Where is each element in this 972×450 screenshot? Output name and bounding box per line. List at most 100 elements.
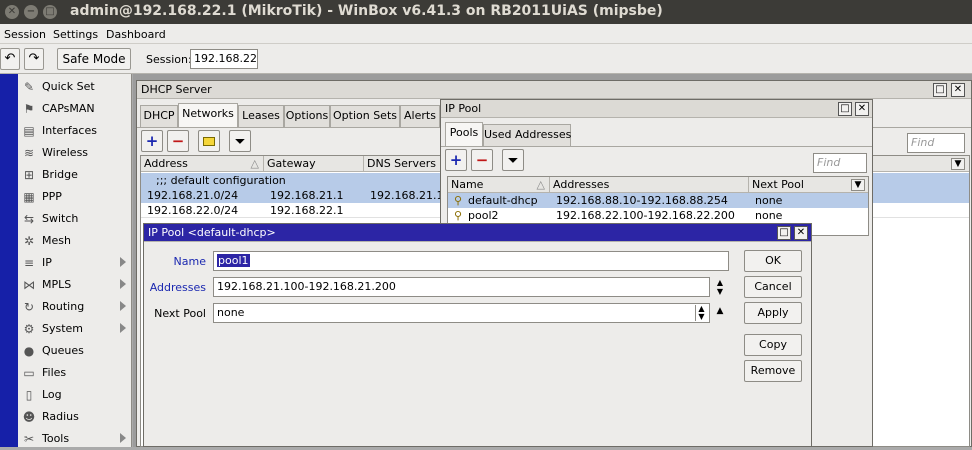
plus-icon: +: [145, 132, 159, 150]
session-field[interactable]: 192.168.22.1: [190, 49, 258, 69]
sidebar-item-label: Bridge: [42, 168, 78, 181]
next-pool-label: Next Pool: [154, 307, 206, 320]
sidebar-item-interfaces[interactable]: ▤ Interfaces: [18, 120, 132, 142]
dhcp-remove-button[interactable]: −: [167, 130, 189, 152]
ippool-add-button[interactable]: +: [445, 149, 467, 171]
undo-icon: ↶: [4, 51, 16, 66]
sidebar-item-label: IP: [42, 256, 52, 269]
tab-alerts[interactable]: Alerts: [400, 105, 440, 127]
cell-addresses: 192.168.22.100-192.168.22.200: [556, 209, 735, 222]
sidebar-item-radius[interactable]: ☻ Radius: [18, 406, 132, 428]
tab-leases[interactable]: Leases: [238, 105, 284, 127]
undo-button[interactable]: ↶: [0, 48, 20, 70]
next-pool-select[interactable]: none ▲ ▼: [213, 303, 710, 323]
sidebar-item-label: Interfaces: [42, 124, 97, 137]
name-label: Name: [173, 255, 206, 268]
tab-options[interactable]: Options: [284, 105, 330, 127]
ippool-filter-button[interactable]: ⏷: [502, 149, 524, 171]
submenu-arrow-icon: [120, 433, 126, 443]
sidebar-item-mpls[interactable]: ⋈ MPLS: [18, 274, 132, 296]
sidebar-item-label: Files: [42, 366, 67, 379]
sidebar-item-routing[interactable]: ↻ Routing: [18, 296, 132, 318]
ippool-find-input[interactable]: Find: [813, 153, 867, 173]
sidebar-item-queues[interactable]: ● Queues: [18, 340, 132, 362]
next-pool-dropdown-icon[interactable]: ▲ ▼: [695, 305, 707, 321]
dialog-title-bar: IP Pool <default-dhcp>: [144, 224, 811, 242]
ok-button[interactable]: OK: [744, 250, 802, 272]
dhcp-column-menu-icon[interactable]: ▼: [951, 158, 965, 170]
close-window-icon[interactable]: ✕: [5, 5, 19, 19]
dialog-maximize-icon[interactable]: □: [777, 226, 791, 240]
dialog-close-icon[interactable]: ✕: [794, 226, 808, 240]
safe-mode-button[interactable]: Safe Mode: [57, 48, 131, 70]
next-pool-toggle-icon[interactable]: ▲: [714, 305, 726, 323]
name-value: pool1: [217, 254, 250, 267]
col-header-name[interactable]: Name △: [448, 177, 550, 193]
ip-pool-title-bar: IP Pool: [441, 100, 872, 118]
dhcp-server-title: DHCP Server: [141, 83, 212, 96]
cancel-button[interactable]: Cancel: [744, 276, 802, 298]
sidebar-item-bridge[interactable]: ⊞ Bridge: [18, 164, 132, 186]
submenu-arrow-icon: [120, 301, 126, 311]
cell-next-pool: none: [755, 194, 783, 207]
name-field[interactable]: pool1: [213, 251, 729, 271]
ippool-close-icon[interactable]: ✕: [855, 102, 869, 116]
sidebar-item-switch[interactable]: ⇆ Switch: [18, 208, 132, 230]
cell-name: default-dhcp: [468, 194, 538, 207]
dhcp-filter-button[interactable]: ⏷: [229, 130, 251, 152]
copy-button[interactable]: Copy: [744, 334, 802, 356]
redo-icon: ↷: [28, 51, 40, 66]
dhcp-server-title-bar: DHCP Server: [137, 81, 971, 99]
sidebar-item-wireless[interactable]: ≋ Wireless: [18, 142, 132, 164]
cell-addresses: 192.168.88.10-192.168.88.254: [556, 194, 728, 207]
tab-used-addresses[interactable]: Used Addresses: [483, 124, 571, 146]
dhcp-add-button[interactable]: +: [141, 130, 163, 152]
dialog-title: IP Pool <default-dhcp>: [148, 226, 276, 239]
sidebar-item-ppp[interactable]: ▦ PPP: [18, 186, 132, 208]
sidebar-item-log[interactable]: ▯ Log: [18, 384, 132, 406]
dhcp-comment-button[interactable]: [198, 130, 220, 152]
sidebar-item-quick-set[interactable]: ✎ Quick Set: [18, 76, 132, 98]
bridge-icon: ⊞: [23, 168, 35, 182]
dhcp-close-icon[interactable]: ✕: [951, 83, 965, 97]
cell-dns: 192.168.21.1: [370, 189, 444, 202]
sidebar-item-capsman[interactable]: ⚑ CAPsMAN: [18, 98, 132, 120]
pool-icon: ⚲: [454, 194, 463, 207]
queues-icon: ●: [23, 344, 35, 358]
menu-settings[interactable]: Settings: [53, 28, 98, 41]
cell-address: 192.168.22.0/24: [147, 204, 239, 217]
tab-option-sets[interactable]: Option Sets: [330, 105, 400, 127]
sort-icon: △: [250, 157, 259, 170]
sidebar-item-ip[interactable]: ≡ IP: [18, 252, 132, 274]
col-header-address[interactable]: Address △: [141, 156, 264, 172]
ippool-remove-button[interactable]: −: [471, 149, 493, 171]
addresses-add-remove-icon[interactable]: ▲ ▼: [714, 278, 726, 296]
apply-button[interactable]: Apply: [744, 302, 802, 324]
ippool-column-menu-icon[interactable]: ▼: [851, 179, 865, 191]
sidebar-item-files[interactable]: ▭ Files: [18, 362, 132, 384]
cell-next-pool: none: [755, 209, 783, 222]
dhcp-maximize-icon[interactable]: □: [933, 83, 947, 97]
menu-session[interactable]: Session: [4, 28, 46, 41]
tab-pools[interactable]: Pools: [445, 122, 483, 146]
dhcp-find-input[interactable]: Find: [907, 133, 965, 153]
sidebar-item-label: MPLS: [42, 278, 72, 291]
sidebar-item-mesh[interactable]: ✲ Mesh: [18, 230, 132, 252]
col-header-addresses[interactable]: Addresses: [550, 177, 749, 193]
sidebar-item-system[interactable]: ⚙ System: [18, 318, 132, 340]
tab-dhcp[interactable]: DHCP: [140, 105, 178, 127]
maximize-window-icon[interactable]: □: [43, 5, 57, 19]
addresses-label: Addresses: [149, 281, 206, 294]
tab-networks[interactable]: Networks: [178, 103, 238, 127]
redo-button[interactable]: ↷: [24, 48, 44, 70]
addresses-field[interactable]: 192.168.21.100-192.168.21.200: [213, 277, 710, 297]
menu-dashboard[interactable]: Dashboard: [106, 28, 166, 41]
remove-button[interactable]: Remove: [744, 360, 802, 382]
submenu-arrow-icon: [120, 257, 126, 267]
minimize-window-icon[interactable]: −: [24, 5, 38, 19]
col-header-gateway[interactable]: Gateway: [264, 156, 364, 172]
sidebar: ✎ Quick Set ⚑ CAPsMAN ▤ Interfaces ≋ Wireless ⊞ B…: [18, 74, 132, 447]
minus-icon: −: [171, 132, 185, 150]
ip-pool-title: IP Pool: [445, 102, 482, 115]
ippool-maximize-icon[interactable]: □: [838, 102, 852, 116]
